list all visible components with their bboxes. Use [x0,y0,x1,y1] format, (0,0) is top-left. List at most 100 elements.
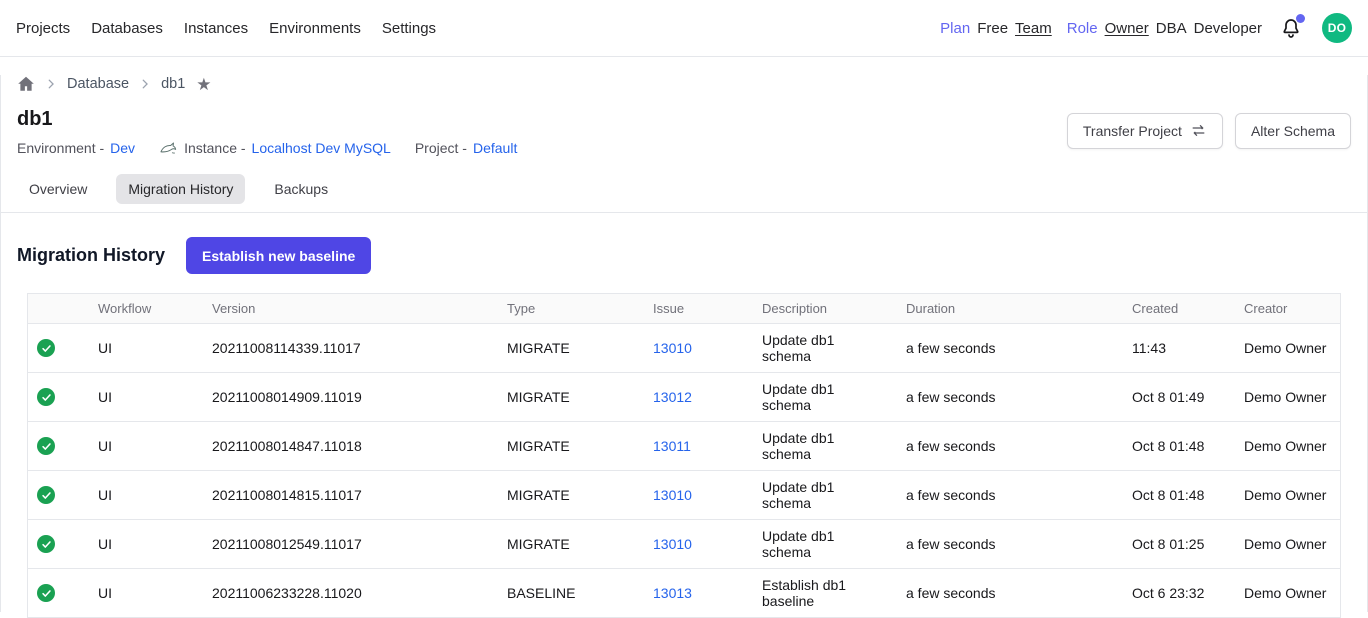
cell-version: 20211008014815.11017 [202,470,497,519]
role-developer-option[interactable]: Developer [1194,20,1262,37]
cell-creator: Demo Owner [1234,470,1340,519]
cell-version: 20211008014909.11019 [202,372,497,421]
notification-dot-icon [1296,14,1305,23]
cell-workflow: UI [88,324,202,372]
role-dba-option[interactable]: DBA [1156,20,1187,37]
col-version: Version [202,294,497,324]
nav-item-settings[interactable]: Settings [382,20,436,37]
cell-description: Update db1 schema [752,470,896,519]
cell-type: MIGRATE [497,421,643,470]
page-header: db1 Environment - Dev Instance - Localho… [17,105,1351,156]
col-description: Description [752,294,896,324]
page-header-left: db1 Environment - Dev Instance - Localho… [17,105,517,156]
tab-backups[interactable]: Backups [262,174,340,204]
cell-workflow: UI [88,568,202,617]
instance-group: Instance - Localhost Dev MySQL [159,139,391,156]
project-group: Project - Default [415,140,517,156]
cell-workflow: UI [88,519,202,568]
nav-item-instances[interactable]: Instances [184,20,248,37]
col-issue: Issue [643,294,752,324]
cell-duration: a few seconds [896,421,1122,470]
success-check-icon [37,535,55,553]
table-row[interactable]: UI 20211006233228.11020 BASELINE 13013 E… [28,568,1340,617]
cell-version: 20211006233228.11020 [202,568,497,617]
mysql-dolphin-icon [159,139,178,156]
project-link[interactable]: Default [473,140,517,156]
cell-created: 11:43 [1122,324,1234,372]
cell-created: Oct 8 01:48 [1122,421,1234,470]
cell-description: Establish db1 baseline [752,568,896,617]
migration-history-section-head: Migration History Establish new baseline [17,237,1351,274]
cell-version: 20211008014847.11018 [202,421,497,470]
plan-team-option[interactable]: Team [1015,20,1052,37]
col-created: Created [1122,294,1234,324]
migration-history-table-wrap: Workflow Version Type Issue Description … [27,293,1341,618]
cell-workflow: UI [88,421,202,470]
issue-link[interactable]: 13010 [653,340,692,356]
tab-overview[interactable]: Overview [17,174,99,204]
database-meta: Environment - Dev Instance - Localhost D… [17,139,517,156]
cell-duration: a few seconds [896,568,1122,617]
nav-item-environments[interactable]: Environments [269,20,361,37]
cell-version: 20211008012549.11017 [202,519,497,568]
table-row[interactable]: UI 20211008012549.11017 MIGRATE 13010 Up… [28,519,1340,568]
nav-item-projects[interactable]: Projects [16,20,70,37]
issue-link[interactable]: 13010 [653,536,692,552]
cell-type: BASELINE [497,568,643,617]
nav-item-databases[interactable]: Databases [91,20,163,37]
establish-baseline-button[interactable]: Establish new baseline [186,237,371,274]
table-row[interactable]: UI 20211008014847.11018 MIGRATE 13011 Up… [28,421,1340,470]
plan-label: Plan [940,20,970,37]
table-row[interactable]: UI 20211008014815.11017 MIGRATE 13010 Up… [28,470,1340,519]
col-duration: Duration [896,294,1122,324]
breadcrumb: Database db1 ★ [17,75,1351,93]
cell-duration: a few seconds [896,324,1122,372]
success-check-icon [37,486,55,504]
col-status [28,294,88,324]
main-nav: Projects Databases Instances Environment… [16,20,436,37]
role-owner-option[interactable]: Owner [1105,20,1149,37]
notification-bell[interactable] [1279,16,1303,40]
cell-workflow: UI [88,470,202,519]
environment-label: Environment - [17,140,104,156]
table-row[interactable]: UI 20211008014909.11019 MIGRATE 13012 Up… [28,372,1340,421]
project-label: Project - [415,140,467,156]
cell-created: Oct 8 01:25 [1122,519,1234,568]
cell-duration: a few seconds [896,519,1122,568]
col-type: Type [497,294,643,324]
issue-link[interactable]: 13010 [653,487,692,503]
table-row[interactable]: UI 20211008114339.11017 MIGRATE 13010 Up… [28,324,1340,372]
cell-creator: Demo Owner [1234,324,1340,372]
instance-link[interactable]: Localhost Dev MySQL [252,140,391,156]
home-icon[interactable] [17,75,35,93]
transfer-project-label: Transfer Project [1083,123,1182,139]
environment-link[interactable]: Dev [110,140,135,156]
success-check-icon [37,388,55,406]
page-title: db1 [17,105,517,133]
cell-creator: Demo Owner [1234,372,1340,421]
cell-type: MIGRATE [497,372,643,421]
cell-description: Update db1 schema [752,519,896,568]
success-check-icon [37,584,55,602]
breadcrumb-database[interactable]: Database [67,76,129,92]
issue-link[interactable]: 13011 [653,438,691,454]
alter-schema-button[interactable]: Alter Schema [1235,113,1351,149]
database-tabs: Overview Migration History Backups [1,174,1367,213]
section-title: Migration History [17,245,165,266]
nav-right: Plan Free Team Role Owner DBA Developer … [940,13,1352,43]
cell-description: Update db1 schema [752,324,896,372]
cell-version: 20211008114339.11017 [202,324,497,372]
star-icon[interactable]: ★ [196,76,211,93]
cell-creator: Demo Owner [1234,568,1340,617]
cell-description: Update db1 schema [752,421,896,470]
avatar[interactable]: DO [1322,13,1352,43]
cell-workflow: UI [88,372,202,421]
cell-type: MIGRATE [497,470,643,519]
transfer-arrows-icon [1190,122,1207,139]
issue-link[interactable]: 13013 [653,585,692,601]
cell-created: Oct 8 01:48 [1122,470,1234,519]
tab-migration-history[interactable]: Migration History [116,174,245,204]
issue-link[interactable]: 13012 [653,389,692,405]
plan-free-option[interactable]: Free [977,20,1008,37]
transfer-project-button[interactable]: Transfer Project [1067,113,1223,149]
